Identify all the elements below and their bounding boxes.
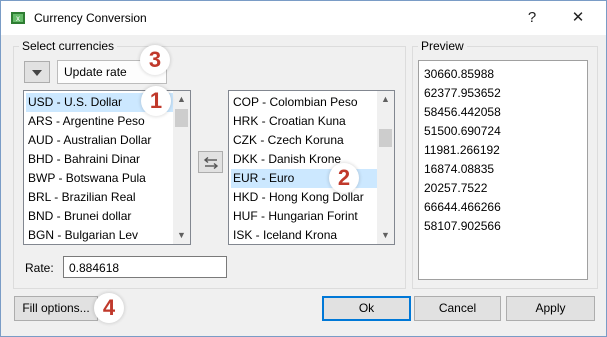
scroll-down-icon[interactable]: ▼ xyxy=(377,227,394,244)
apply-button[interactable]: Apply xyxy=(506,296,595,321)
list-item[interactable]: BRL - Brazilian Real xyxy=(26,188,136,207)
list-item[interactable]: BGN - Bulgarian Lev xyxy=(26,226,138,244)
list-item[interactable]: BND - Brunei dollar xyxy=(26,207,131,226)
step-4-badge: 4 xyxy=(94,293,124,323)
list-item[interactable]: HRK - Croatian Kuna xyxy=(231,112,346,131)
source-list-scrollbar[interactable]: ▲ ▼ xyxy=(173,91,190,244)
svg-text:x: x xyxy=(16,14,20,23)
list-item[interactable]: AUD - Australian Dollar xyxy=(26,131,151,150)
preview-value: 30660.85988 xyxy=(424,67,495,81)
currency-conversion-dialog: x Currency Conversion ? ✕ Select currenc… xyxy=(0,0,607,337)
update-rate-menu-button[interactable] xyxy=(24,61,50,83)
list-item[interactable]: CZK - Czech Koruna xyxy=(231,131,344,150)
list-item[interactable]: DKK - Danish Krone xyxy=(231,150,341,169)
fill-options-button[interactable]: Fill options... xyxy=(14,296,98,321)
scroll-up-icon[interactable]: ▲ xyxy=(173,91,190,108)
list-item[interactable]: HUF - Hungarian Forint xyxy=(231,207,358,226)
cancel-button[interactable]: Cancel xyxy=(414,296,501,321)
title-bar: x Currency Conversion ? ✕ xyxy=(1,1,606,35)
step-2-badge: 2 xyxy=(329,163,359,193)
step-3-badge: 3 xyxy=(140,45,170,75)
target-list-scrollbar[interactable]: ▲ ▼ xyxy=(377,91,394,244)
list-item[interactable]: ARS - Argentine Peso xyxy=(26,112,145,131)
help-icon: ? xyxy=(527,9,537,26)
preview-value: 51500.690724 xyxy=(424,124,501,138)
step-1-badge: 1 xyxy=(141,86,171,116)
swap-arrows-icon xyxy=(203,156,218,169)
list-item[interactable]: ISK - Iceland Krona xyxy=(231,226,337,244)
scroll-thumb[interactable] xyxy=(379,129,392,147)
scroll-up-icon[interactable]: ▲ xyxy=(377,91,394,108)
select-currencies-label: Select currencies xyxy=(19,39,118,53)
list-item[interactable]: BWP - Botswana Pula xyxy=(26,169,146,188)
target-currency-list[interactable]: COP - Colombian Peso HRK - Croatian Kuna… xyxy=(228,90,395,245)
preview-label: Preview xyxy=(418,39,467,53)
chevron-down-icon xyxy=(32,69,42,76)
ok-button[interactable]: Ok xyxy=(322,296,411,321)
preview-value: 11981.266192 xyxy=(424,143,500,157)
source-currency-list[interactable]: USD - U.S. Dollar ARS - Argentine Peso A… xyxy=(23,90,191,245)
scroll-thumb[interactable] xyxy=(175,109,188,127)
close-button[interactable]: ✕ xyxy=(564,7,592,29)
preview-value: 62377.953652 xyxy=(424,86,501,100)
list-item[interactable]: BHD - Bahraini Dinar xyxy=(26,150,140,169)
swap-currencies-button[interactable] xyxy=(198,151,223,173)
window-title: Currency Conversion xyxy=(34,11,147,25)
rate-label: Rate: xyxy=(25,261,54,275)
help-button[interactable]: ? xyxy=(518,7,546,29)
preview-value: 66644.466266 xyxy=(424,200,501,214)
preview-value: 16874.08835 xyxy=(424,162,495,176)
preview-box[interactable]: 30660.85988 62377.953652 58456.442058 51… xyxy=(418,60,588,280)
app-icon: x xyxy=(10,10,26,26)
preview-value: 20257.7522 xyxy=(424,181,488,195)
preview-value: 58107.902566 xyxy=(424,219,501,233)
scroll-down-icon[interactable]: ▼ xyxy=(173,227,190,244)
preview-value: 58456.442058 xyxy=(424,105,501,119)
rate-input[interactable]: 0.884618 xyxy=(63,256,227,278)
close-icon: ✕ xyxy=(571,9,585,26)
list-item[interactable]: COP - Colombian Peso xyxy=(231,93,358,112)
